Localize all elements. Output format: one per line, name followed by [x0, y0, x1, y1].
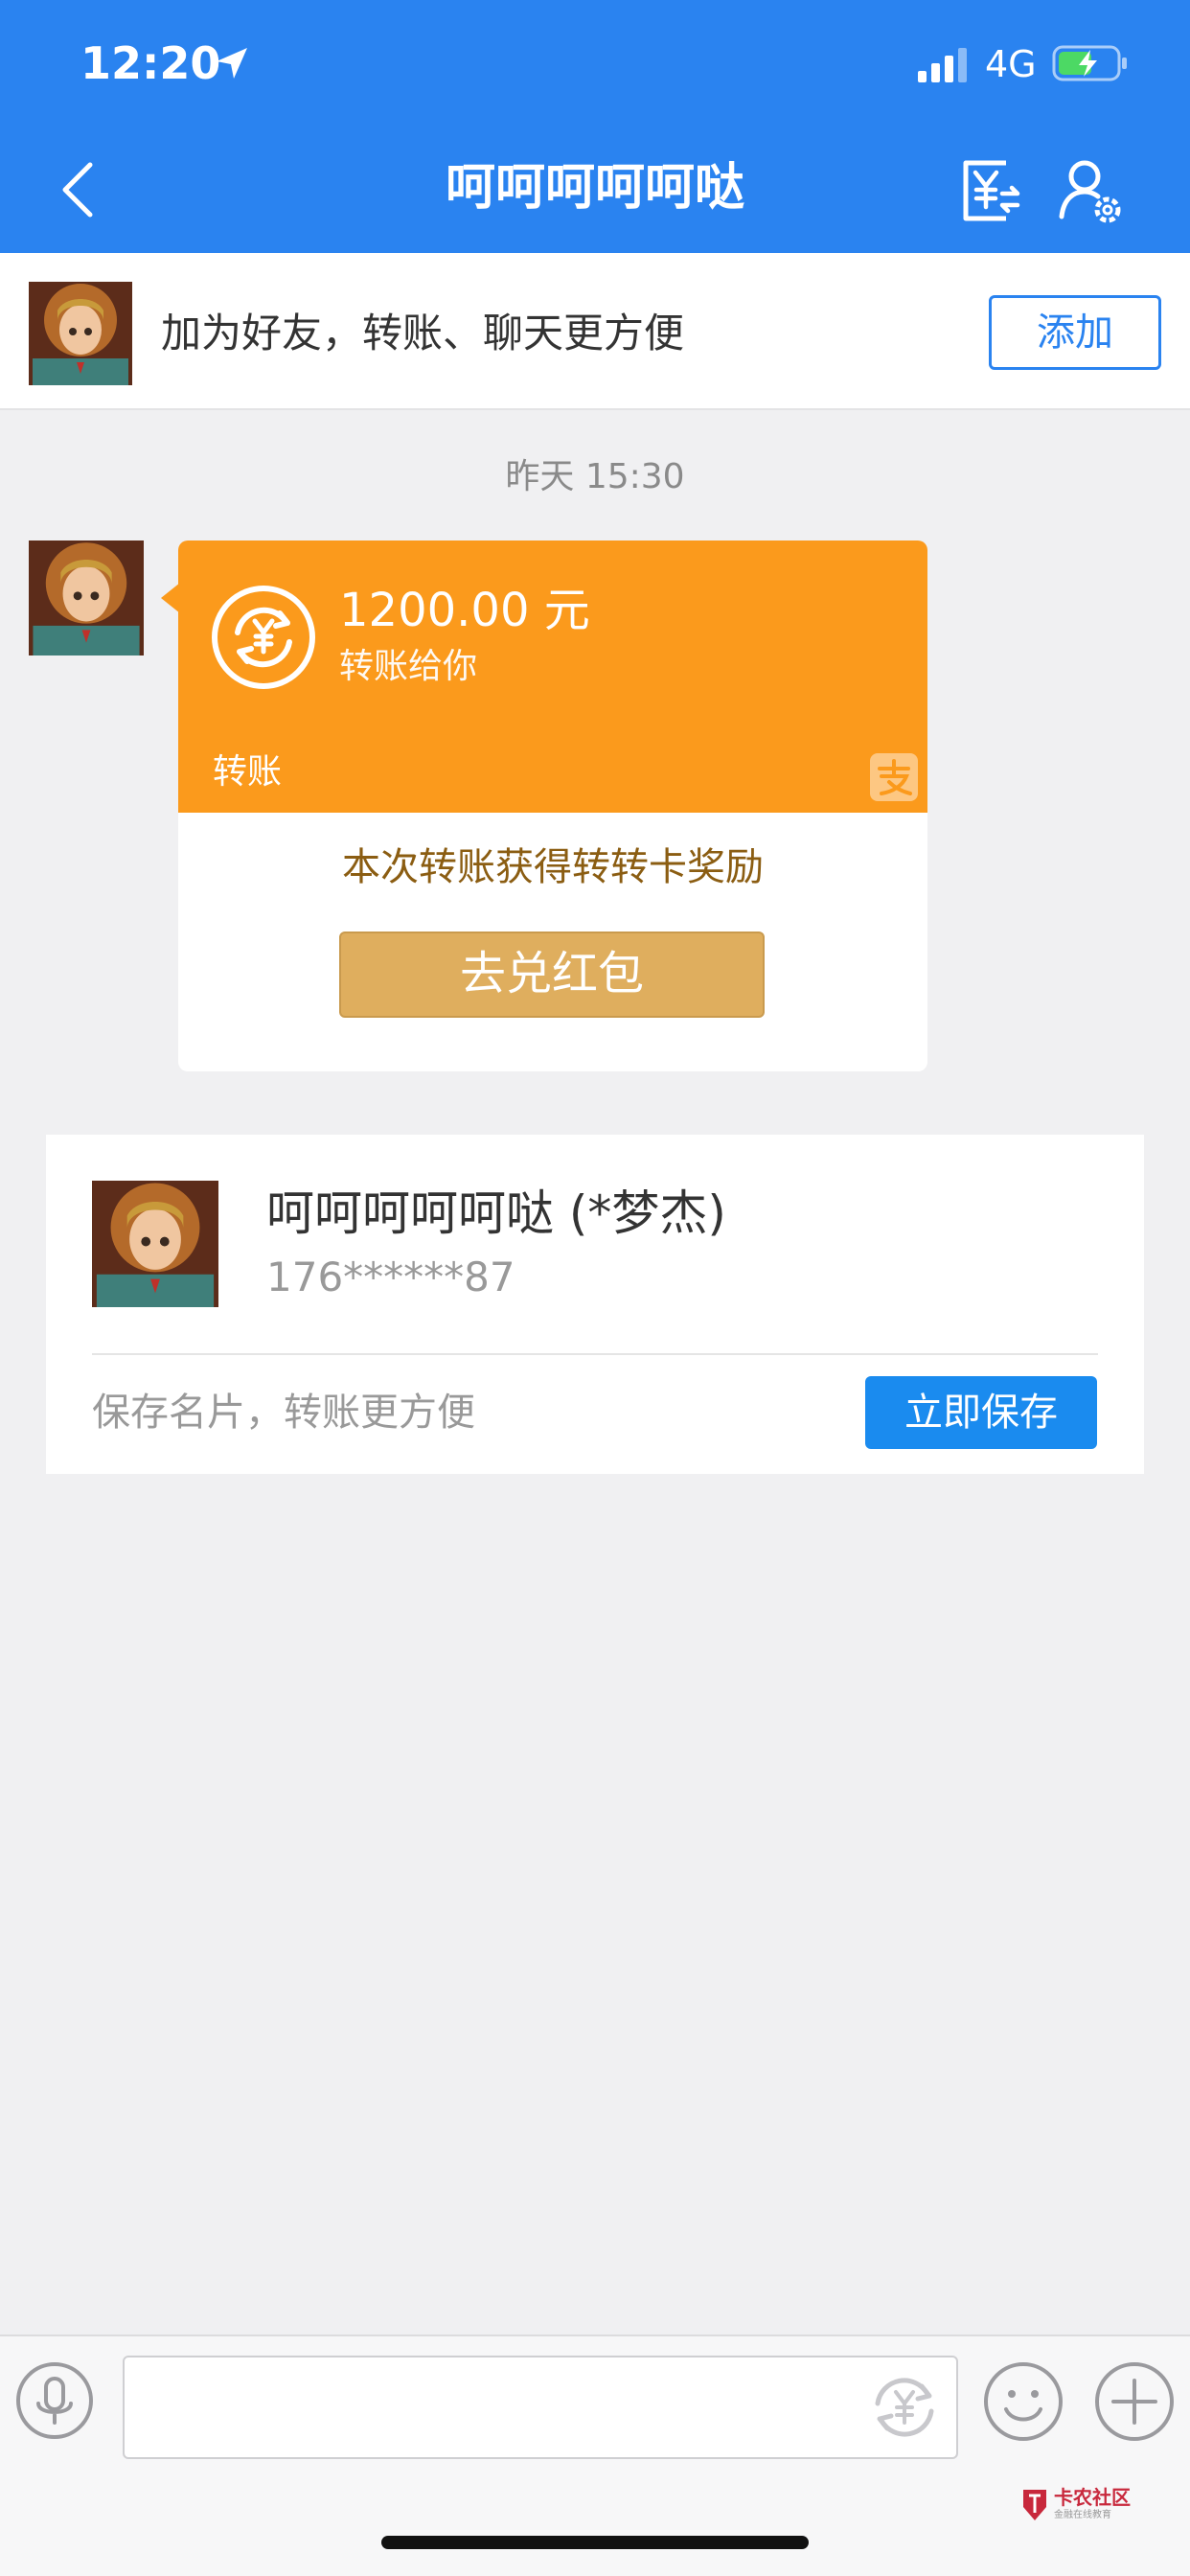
contact-avatar [92, 1181, 218, 1307]
home-indicator [381, 2536, 809, 2549]
transfer-label: 转账 [213, 752, 283, 792]
add-friend-button[interactable]: 添加 [989, 295, 1161, 370]
voice-input-icon[interactable] [15, 2361, 94, 2440]
reward-text: 本次转账获得转转卡奖励 [342, 845, 764, 889]
watermark-subtitle: 金融在线教育 [1054, 2510, 1111, 2520]
transfer-amount: 1200.00 元 [339, 584, 590, 637]
message-timestamp: 昨天 15:30 [505, 457, 685, 496]
network-type: 4G [985, 43, 1037, 85]
more-plus-icon[interactable] [1094, 2361, 1175, 2442]
sender-avatar[interactable] [29, 540, 144, 656]
contact-name: 呵呵呵呵呵哒 (*梦杰) [266, 1185, 726, 1241]
transfer-record-icon[interactable] [958, 157, 1025, 224]
transfer-icon [212, 586, 315, 689]
avatar[interactable] [29, 282, 132, 385]
message-input[interactable] [123, 2356, 958, 2459]
redeem-red-packet-button[interactable]: 去兑红包 [339, 932, 765, 1018]
signal-icon [918, 48, 967, 82]
status-time: 12:20 [80, 37, 221, 89]
alipay-icon [870, 753, 918, 801]
save-now-button[interactable]: 立即保存 [865, 1376, 1097, 1449]
battery-charging-icon [1052, 45, 1127, 81]
location-arrow-icon [217, 48, 247, 79]
add-friend-bar: 加为好友，转账、聊天更方便 添加 [0, 253, 1190, 410]
quick-transfer-icon[interactable] [866, 2369, 943, 2446]
add-friend-text: 加为好友，转账、聊天更方便 [161, 310, 685, 356]
card-divider [92, 1353, 1098, 1355]
watermark: 卡农社区 金融在线教育 [1019, 2486, 1134, 2524]
watermark-logo-icon [1023, 2490, 1046, 2520]
transfer-subtitle: 转账给你 [339, 647, 478, 686]
transfer-message[interactable]: 1200.00 元 转账给你 转账 本次转账获得转转卡奖励 去兑红包 [178, 540, 927, 1071]
user-settings-icon[interactable] [1054, 155, 1127, 228]
watermark-brand: 卡农社区 [1054, 2486, 1131, 2509]
save-card-tip: 保存名片，转账更方便 [92, 1391, 475, 1435]
contact-phone: 176******87 [266, 1254, 515, 1300]
transfer-header[interactable]: 1200.00 元 转账给你 转账 [178, 540, 927, 813]
contact-card: 呵呵呵呵呵哒 (*梦杰) 176******87 保存名片，转账更方便 立即保存 [46, 1135, 1144, 1474]
header: 12:20 4G 呵呵呵呵呵哒 [0, 0, 1190, 253]
bubble-arrow [161, 583, 180, 613]
emoji-icon[interactable] [983, 2361, 1064, 2442]
